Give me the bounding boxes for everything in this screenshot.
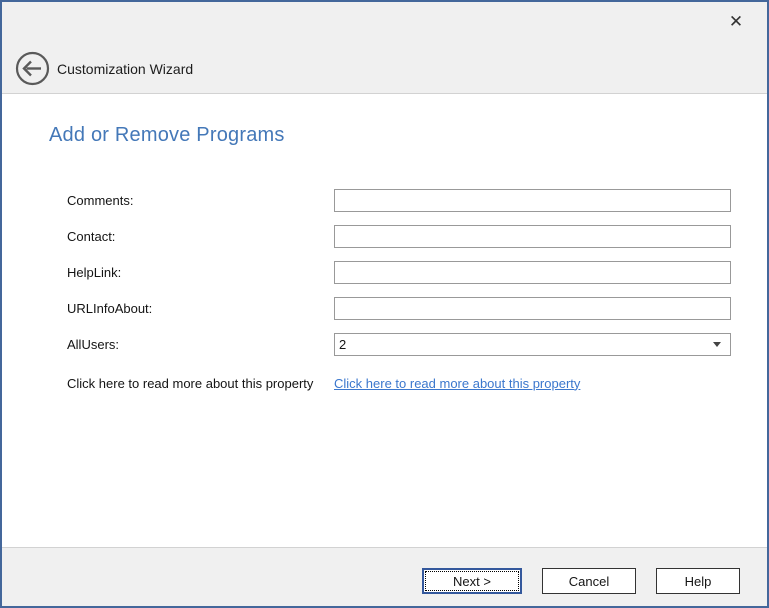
form-row: AllUsers: 2 bbox=[2, 326, 767, 362]
more-info-row: Click here to read more about this prope… bbox=[2, 364, 767, 402]
form-row: Comments: bbox=[2, 182, 767, 218]
wizard-content: Add or Remove Programs Comments: Contact… bbox=[2, 94, 767, 547]
more-info-label: Click here to read more about this prope… bbox=[67, 376, 334, 391]
wizard-header: ✕ Customization Wizard bbox=[2, 2, 767, 94]
cancel-button[interactable]: Cancel bbox=[542, 568, 636, 594]
text-input-contact[interactable] bbox=[334, 225, 731, 248]
form-row: Contact: bbox=[2, 218, 767, 254]
back-button[interactable] bbox=[15, 51, 50, 86]
help-button[interactable]: Help bbox=[656, 568, 740, 594]
allusers-dropdown[interactable]: 2 bbox=[334, 333, 731, 356]
more-info-link[interactable]: Click here to read more about this prope… bbox=[334, 376, 580, 391]
field-label: AllUsers: bbox=[67, 337, 334, 352]
dropdown-value: 2 bbox=[339, 337, 346, 352]
close-icon: ✕ bbox=[729, 13, 743, 30]
field-label: URLInfoAbout: bbox=[67, 301, 334, 316]
next-button[interactable]: Next > bbox=[422, 568, 522, 594]
close-button[interactable]: ✕ bbox=[723, 8, 749, 34]
properties-form: Comments: Contact: HelpLink: URLInfoAbou… bbox=[2, 182, 767, 362]
text-input-urlinfoabout[interactable] bbox=[334, 297, 731, 320]
customization-wizard-window: ✕ Customization Wizard Add or Remove Pro… bbox=[0, 0, 769, 608]
page-title: Add or Remove Programs bbox=[49, 124, 767, 147]
field-label: HelpLink: bbox=[67, 265, 334, 280]
text-input-comments[interactable] bbox=[334, 189, 731, 212]
chevron-down-icon bbox=[713, 342, 721, 347]
back-arrow-icon bbox=[15, 74, 50, 89]
wizard-title: Customization Wizard bbox=[57, 61, 193, 77]
field-label: Comments: bbox=[67, 193, 334, 208]
text-input-helplink[interactable] bbox=[334, 261, 731, 284]
wizard-footer: Next > Cancel Help bbox=[2, 547, 767, 606]
field-label: Contact: bbox=[67, 229, 334, 244]
form-row: URLInfoAbout: bbox=[2, 290, 767, 326]
form-row: HelpLink: bbox=[2, 254, 767, 290]
